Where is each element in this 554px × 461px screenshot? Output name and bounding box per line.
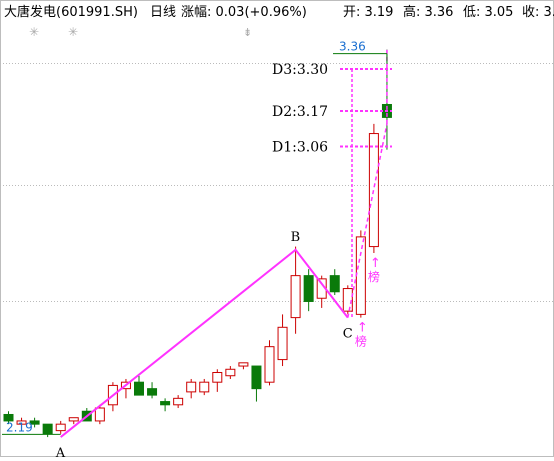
low-label: 低: 3.05 bbox=[463, 5, 513, 20]
candle-body[interactable] bbox=[303, 275, 314, 302]
candle-body[interactable] bbox=[264, 346, 275, 383]
candle-body[interactable] bbox=[368, 133, 379, 248]
candle-body[interactable] bbox=[55, 423, 66, 432]
candle-body[interactable] bbox=[329, 275, 340, 293]
candle-body[interactable] bbox=[42, 423, 53, 435]
target-label: D1:3.06 bbox=[272, 139, 328, 155]
candle-body[interactable] bbox=[251, 365, 262, 390]
high-price-label: 3.36 bbox=[339, 40, 366, 54]
signal-annotation: 榜 bbox=[368, 269, 380, 284]
up-arrow-icon: ↑ bbox=[357, 321, 368, 336]
candle-body[interactable] bbox=[342, 288, 353, 312]
candle-body[interactable] bbox=[173, 397, 184, 406]
candle-body[interactable] bbox=[68, 417, 79, 422]
target-label: D3:3.30 bbox=[272, 62, 328, 78]
high-label: 高: 3.36 bbox=[403, 4, 453, 20]
candle-body[interactable] bbox=[186, 381, 197, 393]
candle-body[interactable] bbox=[290, 275, 301, 319]
up-arrow-icon: ↑ bbox=[370, 256, 381, 271]
asterisk-icon[interactable]: ✳ bbox=[29, 25, 39, 39]
wave-point-label: C bbox=[343, 327, 353, 342]
target-label: D2:3.17 bbox=[272, 104, 328, 120]
scroll-arrow-icon[interactable]: ⇟ bbox=[243, 26, 252, 39]
candlestick-chart[interactable]: ABC D3:3.30 D2:3.17 D1:3.06 3.36 2.19 ↑ 榜 ↑ 榜 大… bbox=[0, 0, 554, 461]
candle-body[interactable] bbox=[225, 368, 236, 377]
wave-point-label: B bbox=[291, 230, 301, 245]
wave-point-label: A bbox=[55, 446, 66, 457]
candle-body[interactable] bbox=[147, 388, 158, 396]
candle-body[interactable] bbox=[160, 401, 171, 406]
change-label: 涨幅: 0.03(+0.96%) bbox=[181, 5, 307, 20]
close-label: 收: 3.15 bbox=[522, 5, 554, 20]
candle-body[interactable] bbox=[134, 381, 144, 396]
asterisk-icon[interactable]: ✳ bbox=[68, 25, 78, 39]
open-label: 开: 3.19 bbox=[343, 5, 393, 20]
stock-title: 大唐发电(601991.SH) bbox=[4, 4, 138, 20]
low-price-label: 2.19 bbox=[6, 420, 33, 434]
candle-body[interactable] bbox=[199, 381, 210, 393]
candle-body[interactable] bbox=[355, 236, 366, 315]
candle-body[interactable] bbox=[277, 326, 288, 361]
candle-body[interactable] bbox=[94, 407, 105, 422]
period-label: 日线 bbox=[150, 5, 176, 20]
signal-annotation: 榜 bbox=[355, 334, 367, 349]
candle-body[interactable] bbox=[212, 372, 223, 383]
candle-body[interactable] bbox=[238, 362, 249, 367]
